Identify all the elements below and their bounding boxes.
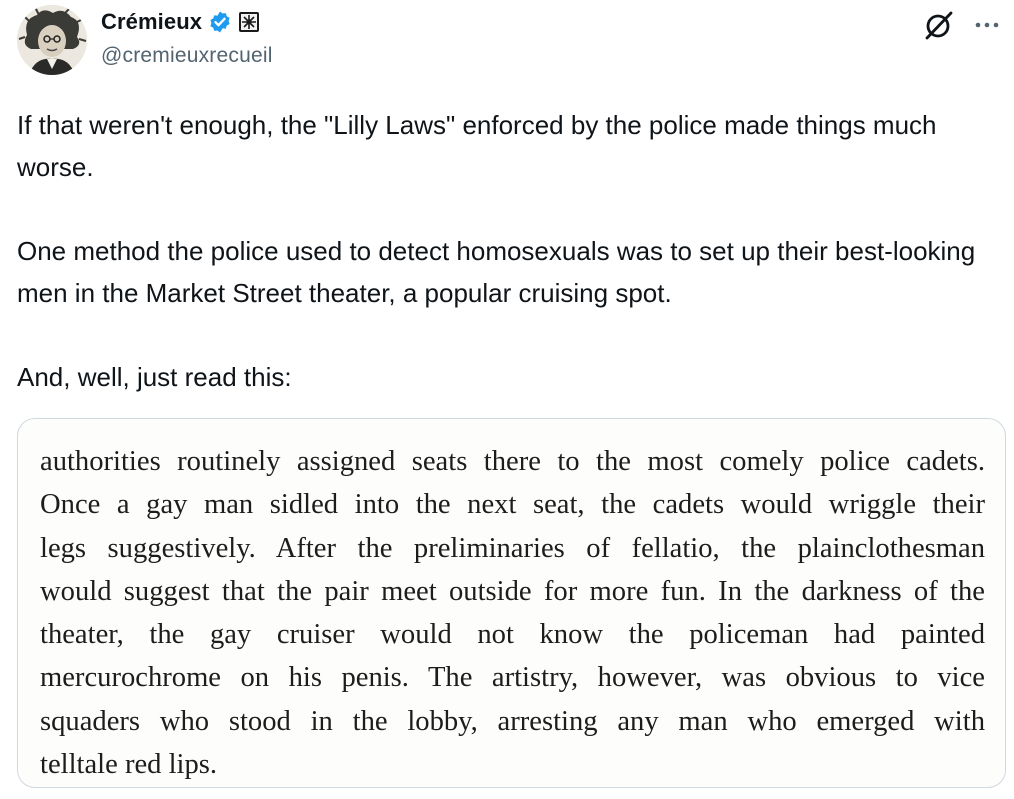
tweet-paragraph: If that weren't enough, the "Lilly Laws"… [17, 110, 937, 182]
book-line: legs suggestively. After the preliminari… [40, 532, 985, 564]
handle[interactable]: @cremieuxrecueil [101, 44, 273, 68]
avatar-portrait-icon [17, 5, 87, 75]
tweet-paragraph: And, well, just read this: [17, 362, 292, 392]
book-line: squaders who stood in the lobby, arresti… [40, 705, 985, 737]
affiliation-badge-icon[interactable] [238, 11, 260, 33]
display-name[interactable]: Crémieux [101, 9, 202, 35]
book-excerpt: authorities routinely assigned seats the… [40, 440, 985, 786]
name-row: Crémieux [101, 6, 273, 38]
grok-icon[interactable] [922, 8, 956, 42]
verified-badge-icon[interactable] [208, 10, 232, 34]
top-actions [922, 8, 1000, 42]
more-options-icon[interactable] [974, 12, 1000, 38]
book-line: authorities routinely assigned seats the… [40, 446, 985, 477]
tweet-paragraph: One method the police used to detect hom… [17, 236, 976, 308]
book-line: mercurochrome on his penis. The artistry… [40, 662, 985, 694]
book-line: would suggest that the pair meet outside… [40, 575, 985, 607]
tweet: Crémieux @cremieuxrecueil If that weren'… [0, 0, 1014, 799]
book-line: theater, the gay cruiser would not know … [40, 619, 985, 651]
author-header: Crémieux @cremieuxrecueil [101, 6, 273, 68]
book-line: telltale red lips. [40, 749, 218, 781]
book-line: Once a gay man sidled into the next seat… [40, 489, 985, 521]
tweet-text: If that weren't enough, the "Lilly Laws"… [17, 104, 1002, 398]
media-image[interactable]: authorities routinely assigned seats the… [17, 418, 1006, 788]
avatar[interactable] [17, 5, 87, 75]
